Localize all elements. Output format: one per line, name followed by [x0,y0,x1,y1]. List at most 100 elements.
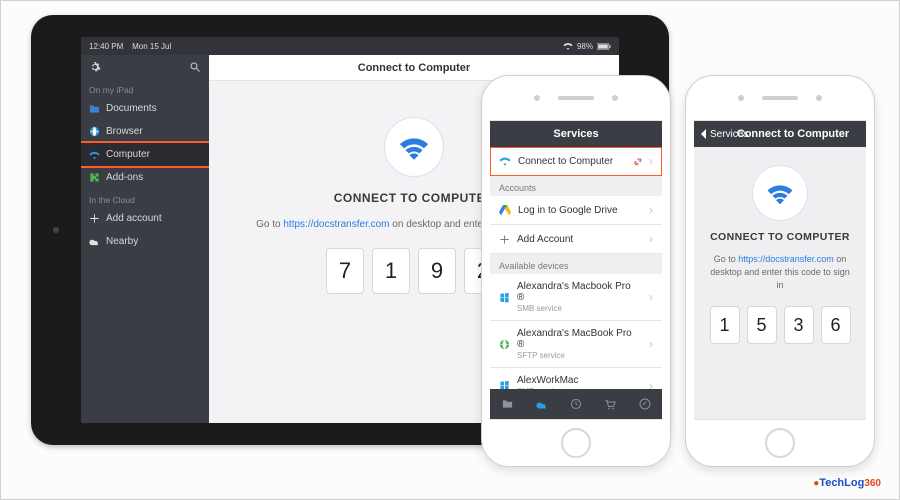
globe-icon [89,126,100,137]
code-digit[interactable]: 6 [821,306,851,344]
phone-home-button[interactable] [765,428,795,458]
folder-icon [502,399,513,409]
desc-pre: Go to [714,254,739,264]
row-label: Add Account [517,234,573,245]
docstransfer-link[interactable]: https://docstransfer.com [283,219,389,230]
search-icon[interactable] [189,61,201,73]
phone-speaker [558,96,594,100]
phone-nav-bar: Services [490,121,662,147]
sidebar-section-local: On my iPad [81,79,209,97]
chevron-right-icon: › [649,154,653,168]
cart-icon [604,399,616,410]
row-label: Connect to Computer [518,156,613,167]
compass-icon [639,398,651,410]
wifi-hero-icon [752,165,808,221]
cloud-icon [536,400,548,409]
ipad-sidebar: On my iPad Documents Browser Computer Add-o… [81,55,209,423]
sidebar-item-add-account[interactable]: Add account [81,207,209,230]
phone-sensor [612,95,618,101]
sidebar-item-nearby[interactable]: Nearby [81,230,209,253]
sidebar-item-browser[interactable]: Browser [81,120,209,143]
code-digit[interactable]: 1 [372,248,410,294]
phone-speaker [762,96,798,100]
sidebar-item-label: Nearby [106,236,138,247]
row-label: Log in to Google Drive [518,205,618,216]
code-digit[interactable]: 5 [747,306,777,344]
watermark-brand: TechLog [819,477,864,489]
battery-icon [597,43,611,50]
wifi-icon [89,149,100,160]
row-alexandra-s-macbook-pro-[interactable]: Alexandra's Macbook Pro ®SMB service› [490,274,662,321]
docstransfer-link[interactable]: https://docstransfer.com [738,254,834,264]
wifi-hero-icon [384,117,444,177]
chevron-right-icon: › [649,379,653,390]
wifi-icon [499,156,511,166]
windows-icon [499,292,510,303]
clock-icon [570,398,582,410]
chevron-right-icon: › [649,203,653,217]
code-digit[interactable]: 3 [784,306,814,344]
row-log-in-to-google-drive[interactable]: Log in to Google Drive › [490,196,662,225]
phone-home-button[interactable] [561,428,591,458]
phone-nav-bar: Services Connect to Computer [694,121,866,147]
sidebar-item-label: Add account [106,213,162,224]
tab-cart[interactable] [593,389,627,419]
desc-pre: Go to [256,219,283,230]
row-alexandra-s-macbook-pro-[interactable]: Alexandra's MacBook Pro ®SFTP service › [490,321,662,368]
sidebar-section-cloud: In the Cloud [81,189,209,207]
sidebar-item-label: Browser [106,126,143,137]
plus-icon [89,213,100,224]
tab-folder[interactable] [490,389,524,419]
folder-icon [89,103,100,114]
link-icon [631,156,642,167]
connect-heading: CONNECT TO COMPUTER [710,231,850,243]
nav-back-label: Services [710,129,748,140]
tab-compass[interactable] [628,389,662,419]
windows-icon [499,380,510,389]
phone-bezel-bottom [482,420,670,466]
phone-sensor [816,95,822,101]
sidebar-item-add-ons[interactable]: Add-ons [81,166,209,189]
watermark-suffix: 360 [864,478,881,489]
watermark: ●TechLog360 [813,477,881,489]
chevron-right-icon: › [649,232,653,246]
tab-cloud[interactable] [524,389,558,419]
row-label: Alexandra's Macbook Pro ®SMB service [517,281,635,313]
chevron-left-icon [700,129,707,139]
phone-bezel-bottom [686,420,874,466]
connect-desc: Go to https://docstransfer.com on deskto… [706,253,854,292]
gear-icon[interactable] [89,61,101,73]
code-digit[interactable]: 1 [710,306,740,344]
connect-heading: CONNECT TO COMPUTER [334,191,495,205]
row-connect-to-computer[interactable]: Connect to Computer › [490,147,662,176]
sidebar-item-computer[interactable]: Computer [81,143,209,166]
cloud-icon [89,236,100,247]
row-label: AlexWorkMacSMB service [517,375,579,389]
row-label: Alexandra's MacBook Pro ®SFTP service [517,328,635,360]
page-title: Connect to Computer [358,62,470,74]
sidebar-item-label: Computer [106,149,150,160]
code-input[interactable]: 7 1 9 2 [326,248,502,294]
sidebar-item-label: Add-ons [106,172,143,183]
ipad-status-bar: 12:40 PM Mon 15 Jul 98% [81,37,619,55]
row-add-account[interactable]: Add Account › [490,225,662,254]
sidebar-item-label: Documents [106,103,157,114]
tab-clock[interactable] [559,389,593,419]
status-battery: 98% [577,42,593,51]
code-input[interactable]: 1 5 3 6 [710,306,851,344]
iphone-services: Services Connect to Computer › Accounts L… [481,75,671,467]
section-accounts: Accounts [490,176,662,196]
sidebar-item-documents[interactable]: Documents [81,97,209,120]
row-alexworkmac[interactable]: AlexWorkMacSMB service › [490,368,662,389]
code-digit[interactable]: 9 [418,248,456,294]
section-devices: Available devices [490,254,662,274]
status-time: 12:40 PM [89,42,123,51]
phone-tab-bar [490,389,662,419]
chevron-right-icon: › [649,337,653,351]
iphone-connect: Services Connect to Computer CONNECT TO … [685,75,875,467]
phone-camera [534,95,540,101]
nav-back-button[interactable]: Services [700,129,748,140]
puzzle-icon [89,172,100,183]
code-digit[interactable]: 7 [326,248,364,294]
phone-camera [738,95,744,101]
